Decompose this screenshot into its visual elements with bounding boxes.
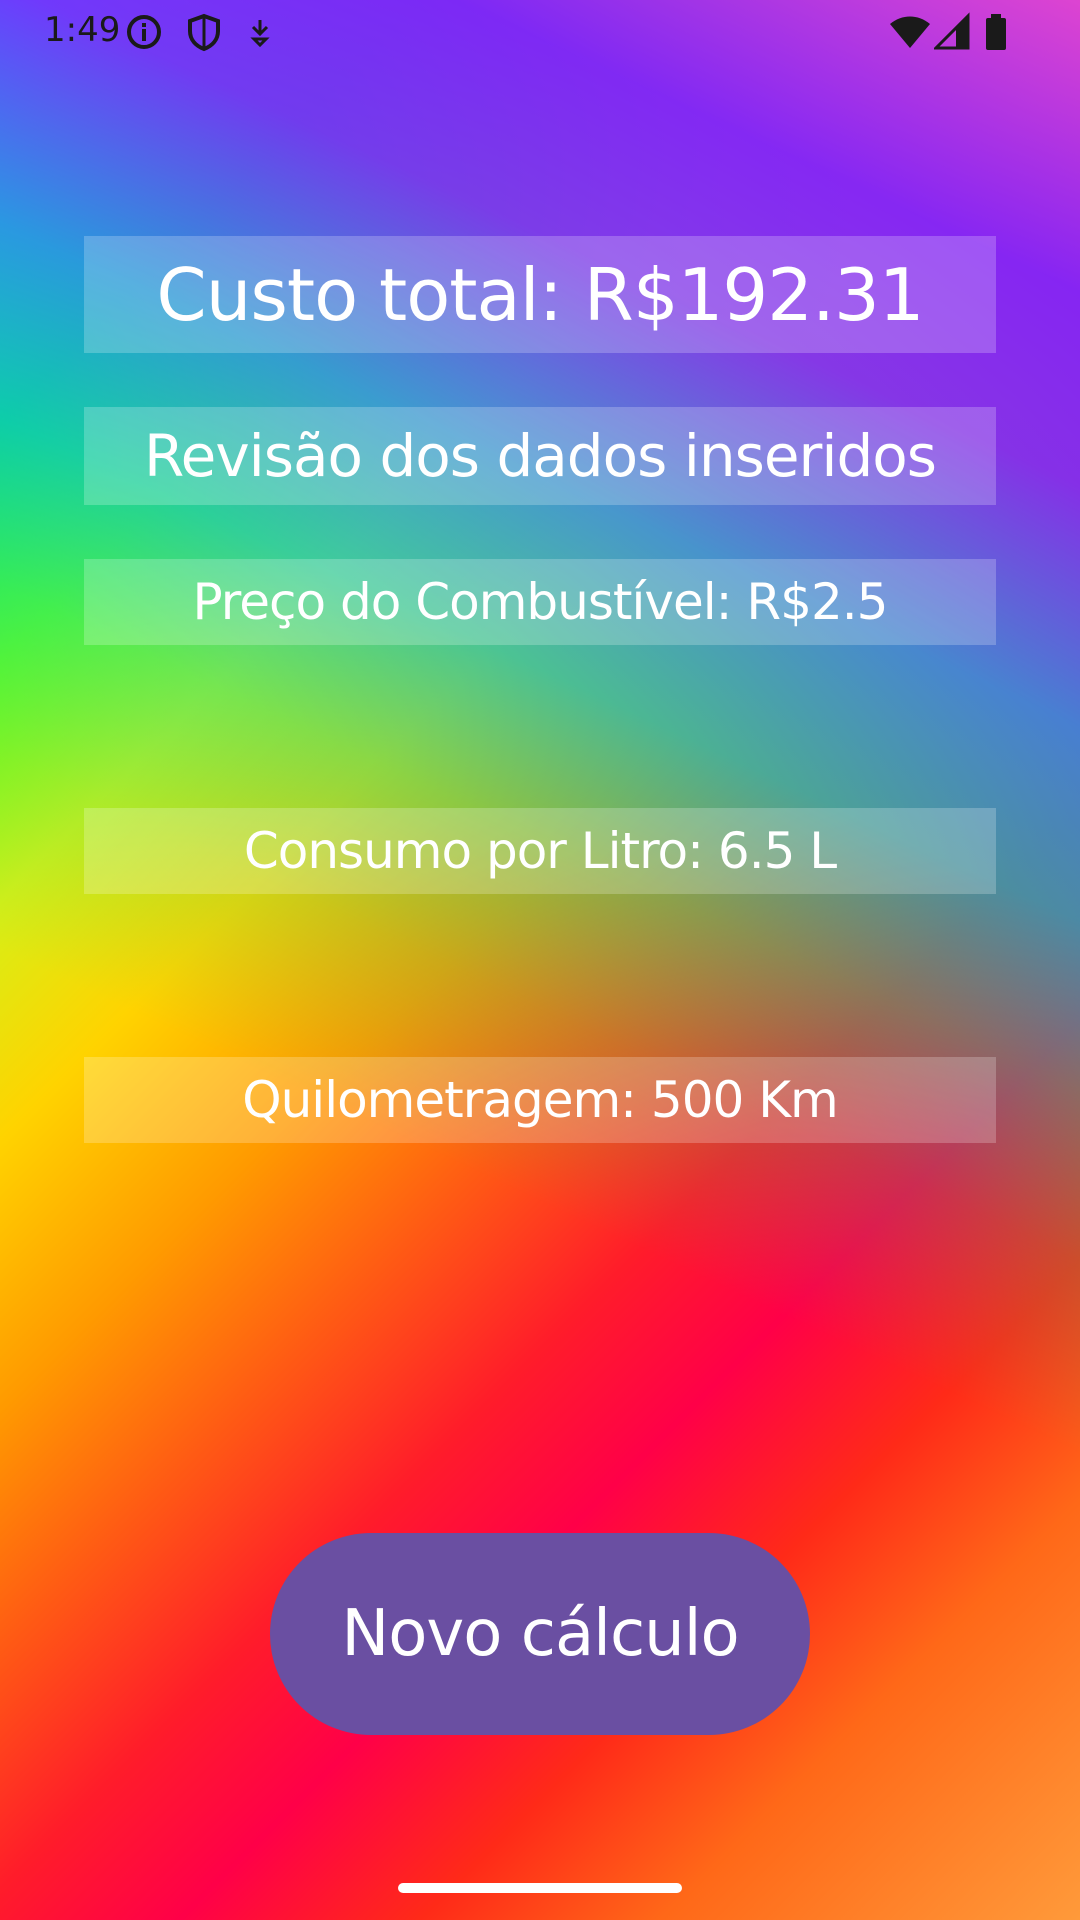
total-cost-label: Custo total: R$192.31	[84, 236, 996, 353]
mileage-label: Quilometragem: 500 Km	[84, 1057, 996, 1143]
review-title: Revisão dos dados inseridos	[84, 407, 996, 505]
info-icon	[124, 12, 164, 52]
shield-icon	[184, 12, 224, 52]
new-calculation-button[interactable]: Novo cálculo	[270, 1533, 810, 1735]
fuel-price-label: Preço do Combustível: R$2.5	[84, 559, 996, 645]
download-icon	[240, 12, 280, 52]
battery-icon	[982, 12, 1010, 52]
wifi-icon	[888, 12, 932, 52]
status-time: 1:49	[44, 10, 121, 50]
cell-signal-icon	[932, 12, 974, 52]
status-bar: 1:49	[0, 0, 1080, 64]
consumption-label: Consumo por Litro: 6.5 L	[84, 808, 996, 894]
gesture-nav-handle[interactable]	[398, 1883, 682, 1893]
